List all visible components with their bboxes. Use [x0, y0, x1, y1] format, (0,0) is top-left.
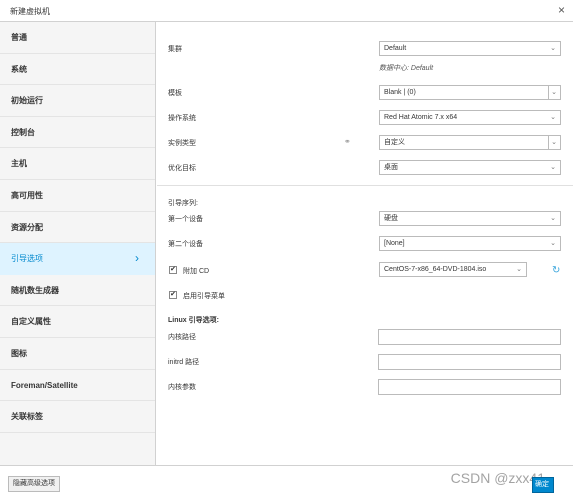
- instance-type-label: 实例类型: [168, 140, 196, 147]
- second-device-value: [None]: [384, 240, 405, 247]
- sidebar-item-label: 主机: [11, 159, 27, 169]
- template-select[interactable]: Blank | (0) ⌄: [379, 85, 561, 100]
- sidebar-item-initial-run[interactable]: 初始运行: [0, 85, 155, 117]
- chevron-down-icon: ⌄: [550, 45, 556, 52]
- sidebar-item-label: 系统: [11, 64, 27, 74]
- ok-button[interactable]: 确定: [532, 477, 554, 493]
- instance-type-select[interactable]: 自定义 ⌄: [379, 135, 561, 150]
- datacenter-hint: 数据中心: Default: [379, 65, 434, 72]
- cluster-value: Default: [384, 45, 407, 52]
- second-device-label: 第二个设备: [168, 241, 203, 248]
- link-icon[interactable]: ⚭: [344, 137, 351, 146]
- sidebar-item-resource-allocation[interactable]: 资源分配: [0, 212, 155, 244]
- chevron-down-icon: ⌄: [550, 215, 556, 222]
- sidebar-item-custom-properties[interactable]: 自定义属性: [0, 306, 155, 338]
- sidebar-item-label: 普通: [11, 33, 27, 42]
- sidebar-item-foreman-satellite[interactable]: Foreman/Satellite: [0, 370, 155, 402]
- sidebar-item-high-availability[interactable]: 高可用性: [0, 180, 155, 212]
- template-label: 模板: [168, 90, 182, 97]
- kernel-params-input[interactable]: [378, 379, 561, 395]
- os-label: 操作系统: [168, 115, 196, 122]
- sidebar-item-rng[interactable]: 随机数生成器: [0, 275, 155, 307]
- template-value: Blank | (0): [384, 89, 416, 96]
- kernel-path-input[interactable]: [378, 329, 561, 345]
- sidebar-item-icon[interactable]: 图标: [0, 338, 155, 370]
- refresh-icon[interactable]: ↻: [552, 265, 560, 276]
- dialog-titlebar: 新建虚拟机 ×: [0, 0, 573, 22]
- cd-image-value: CentOS-7-x86_64-DVD-1804.iso: [384, 266, 487, 273]
- first-device-label: 第一个设备: [168, 216, 203, 223]
- sidebar-item-general[interactable]: 普通: [0, 22, 155, 54]
- linux-boot-section: Linux 引导选项:: [168, 317, 219, 324]
- optimize-label: 优化目标: [168, 165, 196, 172]
- sidebar-item-label: 高可用性: [11, 190, 43, 200]
- form-content: 集群 Default ⌄ 数据中心: Default 模板 Blank | (0…: [157, 22, 573, 465]
- chevron-down-icon: ⌄: [550, 164, 556, 171]
- dialog-footer: 隐藏高级选项 CSDN @zxx41 确定: [0, 465, 573, 497]
- boot-sequence-section: 引导序列:: [168, 200, 198, 207]
- optimize-value: 桌面: [384, 164, 398, 171]
- chevron-down-icon: ⌄: [550, 240, 556, 247]
- sidebar-item-label: 关联标签: [11, 412, 43, 422]
- os-select[interactable]: Red Hat Atomic 7.x x64 ⌄: [379, 110, 561, 125]
- chevron-right-icon: ›: [135, 251, 139, 266]
- sidebar-item-label: Foreman/Satellite: [11, 380, 78, 390]
- sidebar-item-label: 引导选项: [11, 254, 43, 264]
- cluster-select[interactable]: Default ⌄: [379, 41, 561, 56]
- dialog-title: 新建虚拟机: [10, 7, 50, 16]
- chevron-down-icon: ⌄: [551, 139, 557, 146]
- sidebar-item-label: 初始运行: [11, 96, 43, 106]
- instance-type-value: 自定义: [384, 139, 405, 146]
- sidebar-item-host[interactable]: 主机: [0, 148, 155, 180]
- sidebar-item-system[interactable]: 系统: [0, 54, 155, 86]
- watermark: CSDN @zxx41: [450, 470, 545, 486]
- second-device-select[interactable]: [None] ⌄: [379, 236, 561, 251]
- attach-cd-checkbox[interactable]: ✔: [169, 266, 177, 274]
- kernel-path-label: 内核路径: [168, 334, 196, 341]
- first-device-select[interactable]: 硬盘 ⌄: [379, 211, 561, 226]
- sidebar-nav: 普通 系统 初始运行 控制台 主机 高可用性 资源分配 引导选项 › 随机数生成…: [0, 22, 156, 465]
- kernel-params-label: 内核参数: [168, 384, 196, 391]
- sidebar-item-affinity-labels[interactable]: 关联标签: [0, 401, 155, 433]
- chevron-down-icon: ⌄: [516, 266, 522, 273]
- boot-menu-label: 启用引导菜单: [183, 293, 225, 300]
- cluster-label: 集群: [168, 46, 182, 53]
- initrd-path-input[interactable]: [378, 354, 561, 370]
- sidebar-item-label: 图标: [11, 348, 27, 358]
- first-device-value: 硬盘: [384, 215, 398, 222]
- hide-advanced-button[interactable]: 隐藏高级选项: [8, 476, 60, 492]
- section-divider: [157, 185, 573, 186]
- attach-cd-label: 附加 CD: [183, 268, 210, 275]
- sidebar-item-label: 控制台: [11, 127, 35, 137]
- initrd-path-label: initrd 路径: [168, 359, 200, 366]
- sidebar-item-console[interactable]: 控制台: [0, 117, 155, 149]
- close-icon[interactable]: ×: [558, 3, 565, 17]
- chevron-down-icon: ⌄: [551, 89, 557, 96]
- os-value: Red Hat Atomic 7.x x64: [384, 114, 458, 121]
- sidebar-item-label: 随机数生成器: [11, 285, 59, 295]
- sidebar-item-label: 自定义属性: [11, 317, 51, 327]
- cd-image-select[interactable]: CentOS-7-x86_64-DVD-1804.iso ⌄: [379, 262, 527, 277]
- sidebar-item-label: 资源分配: [11, 222, 43, 232]
- chevron-down-icon: ⌄: [550, 114, 556, 121]
- sidebar-item-boot-options[interactable]: 引导选项 ›: [0, 243, 155, 275]
- boot-menu-checkbox[interactable]: ✔: [169, 291, 177, 299]
- optimize-select[interactable]: 桌面 ⌄: [379, 160, 561, 175]
